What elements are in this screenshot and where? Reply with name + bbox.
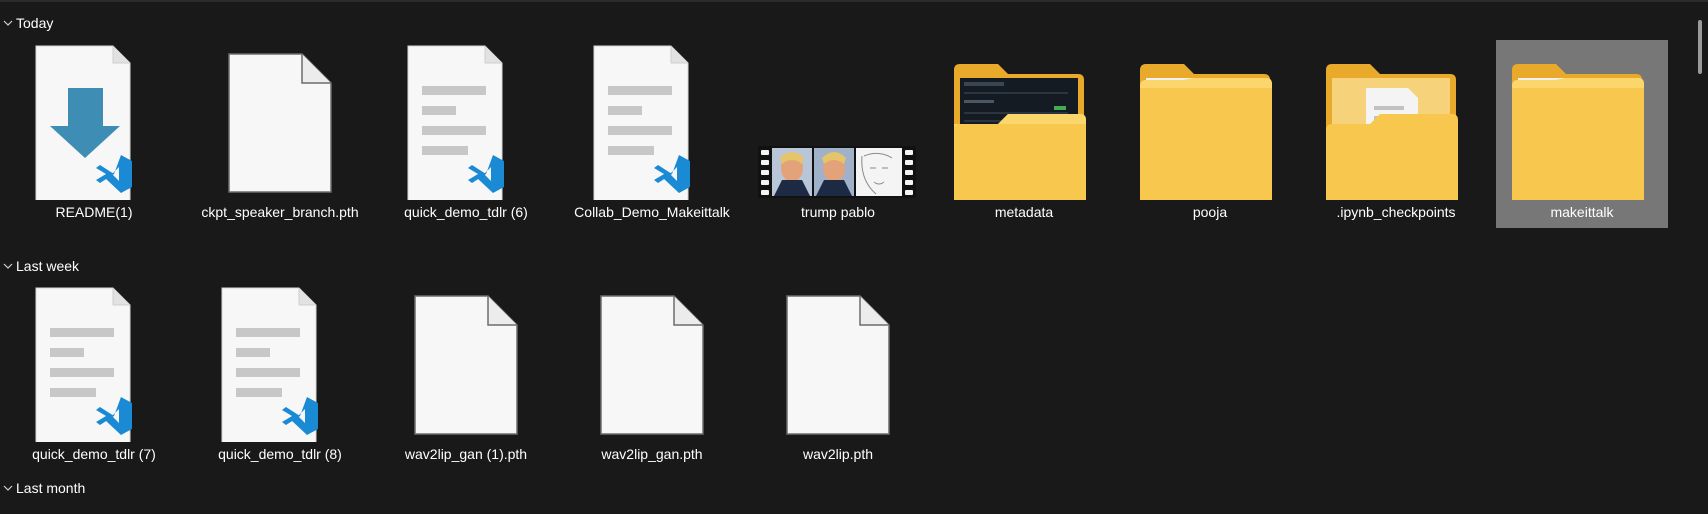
- chevron-down-icon: [2, 17, 14, 29]
- file-name: .ipynb_checkpoints: [1336, 204, 1456, 220]
- vscode-text-file-icon: [380, 40, 552, 200]
- file-item-ckpt-speaker-branch[interactable]: ckpt_speaker_branch.pth: [194, 40, 366, 228]
- file-item-wav2lip[interactable]: wav2lip.pth: [752, 282, 924, 470]
- folder-with-file-icon: [1310, 40, 1482, 200]
- group-label: Last month: [16, 480, 86, 496]
- file-name: Collab_Demo_Makeittalk: [574, 204, 730, 220]
- file-item-trump-pablo[interactable]: trump pablo: [752, 40, 924, 228]
- file-name: wav2lip_gan (1).pth: [404, 446, 528, 462]
- file-name: metadata: [994, 204, 1054, 220]
- chevron-down-icon: [2, 260, 14, 272]
- group-header-last-week[interactable]: Last week: [0, 256, 79, 276]
- file-item-quick-demo-7[interactable]: quick_demo_tdlr (7): [8, 282, 180, 470]
- group-header-last-month[interactable]: Last month: [0, 478, 85, 498]
- vscode-text-file-icon: [194, 282, 366, 442]
- blank-file-icon: [380, 282, 552, 442]
- chevron-down-icon: [2, 482, 14, 494]
- group-label: Last week: [16, 258, 80, 274]
- file-item-quick-demo-6[interactable]: quick_demo_tdlr (6): [380, 40, 552, 228]
- blank-file-icon: [752, 282, 924, 442]
- video-thumbnail-icon: [752, 40, 924, 200]
- file-name: pooja: [1192, 204, 1228, 220]
- top-divider: [0, 0, 1708, 2]
- vscode-download-file-icon: [8, 40, 180, 200]
- file-name: README(1): [55, 204, 133, 220]
- vscode-text-file-icon: [8, 282, 180, 442]
- file-name: quick_demo_tdlr (8): [218, 446, 342, 462]
- file-item-quick-demo-8[interactable]: quick_demo_tdlr (8): [194, 282, 366, 470]
- file-item-collab-demo[interactable]: Collab_Demo_Makeittalk: [566, 40, 738, 228]
- file-item-wav2lip-gan[interactable]: wav2lip_gan.pth: [566, 282, 738, 470]
- file-name: wav2lip.pth: [802, 446, 874, 462]
- folder-item-makeittalk[interactable]: makeittalk: [1496, 40, 1668, 228]
- folder-screenshot-icon: [938, 40, 1110, 200]
- folder-item-ipynb-checkpoints[interactable]: .ipynb_checkpoints: [1310, 40, 1482, 228]
- file-name: ckpt_speaker_branch.pth: [201, 204, 359, 220]
- folder-item-metadata[interactable]: metadata: [938, 40, 1110, 228]
- vertical-scrollbar[interactable]: [1698, 20, 1702, 74]
- group-label: Today: [16, 15, 54, 31]
- file-name: wav2lip_gan.pth: [601, 446, 703, 462]
- folder-icon: [1124, 40, 1296, 200]
- file-name: quick_demo_tdlr (6): [404, 204, 528, 220]
- file-item-readme[interactable]: README(1): [8, 40, 180, 228]
- group-header-today[interactable]: Today: [0, 13, 53, 33]
- file-name: quick_demo_tdlr (7): [32, 446, 156, 462]
- file-name: trump pablo: [801, 204, 875, 220]
- blank-file-icon: [194, 40, 366, 200]
- file-name: makeittalk: [1550, 204, 1614, 220]
- file-item-wav2lip-gan-1[interactable]: wav2lip_gan (1).pth: [380, 282, 552, 470]
- blank-file-icon: [566, 282, 738, 442]
- folder-icon: [1496, 40, 1668, 200]
- folder-item-pooja[interactable]: pooja: [1124, 40, 1296, 228]
- vscode-text-file-icon: [566, 40, 738, 200]
